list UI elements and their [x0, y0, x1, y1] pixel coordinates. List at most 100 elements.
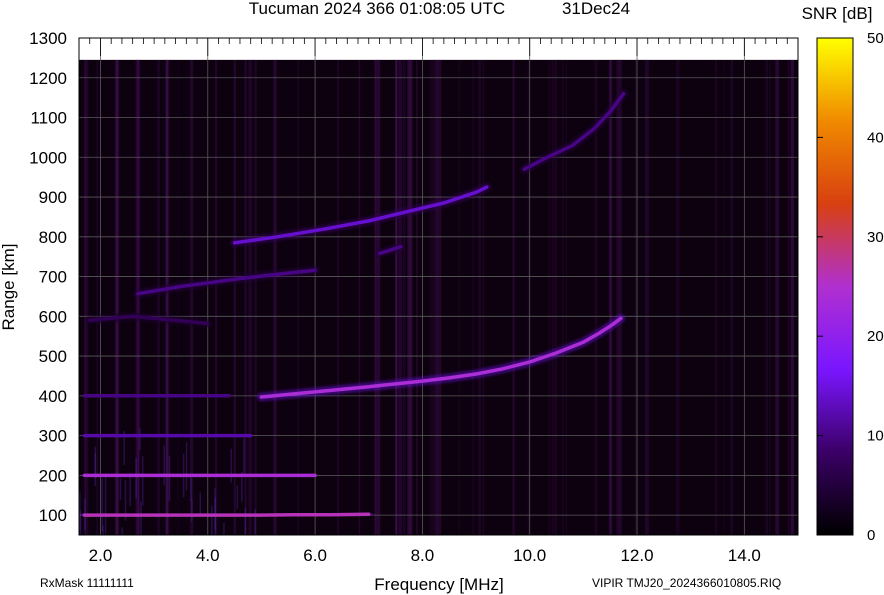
y-tick-label: 1200: [29, 69, 67, 88]
noise-column: [634, 59, 637, 535]
noise-streak: [241, 556, 243, 591]
noise-column: [553, 59, 558, 535]
y-tick-label: 400: [39, 387, 67, 406]
noise-column: [416, 59, 418, 535]
colorbar: [816, 37, 854, 536]
noise-column: [358, 59, 361, 535]
noise-streak: [141, 456, 144, 506]
noise-column: [714, 59, 718, 535]
noise-column: [551, 59, 553, 535]
y-tick-label: 1100: [30, 109, 67, 128]
noise-column: [408, 59, 413, 535]
x-axis-title: Frequency [MHz]: [374, 575, 503, 594]
noise-column: [775, 59, 780, 535]
noise-column: [437, 59, 442, 535]
y-tick-label: 1300: [29, 29, 67, 48]
noise-column: [610, 59, 613, 535]
ionogram-chart: 1002003004005006007008009001000110012001…: [0, 0, 884, 595]
x-tick-label: 2.0: [89, 546, 113, 565]
noise-column: [431, 59, 435, 535]
noise-column: [434, 59, 436, 535]
noise-column: [157, 59, 160, 535]
y-axis-ticks: 100 200 300 400 500 600 700 800 900 1000 1100 1200 1…: [29, 29, 67, 525]
noise-column: [395, 59, 397, 535]
noise-column: [177, 59, 179, 535]
noise-column: [435, 59, 438, 535]
noise-column: [477, 59, 481, 535]
noise-column: [618, 59, 623, 535]
noise-column: [337, 59, 339, 535]
noise-column: [723, 59, 726, 535]
noise-column: [254, 59, 257, 535]
noise-streak: [104, 476, 107, 534]
y-tick-label: 1000: [29, 148, 67, 167]
x-tick-label: 10.0: [513, 546, 546, 565]
noise-column: [765, 59, 768, 535]
noise-streak: [155, 549, 157, 592]
x-tick-label: 8.0: [411, 546, 435, 565]
noise-column: [562, 59, 564, 535]
x-tick-label: 12.0: [620, 546, 653, 565]
y-tick-label: 500: [39, 347, 67, 366]
noise-streak: [236, 485, 239, 509]
noise-column: [548, 59, 550, 535]
chart-title: Tucuman 2024 366 01:08:05 UTC: [249, 0, 505, 18]
y-axis-title: Range [km]: [0, 244, 18, 331]
colorbar-tick-label: 20: [867, 328, 884, 345]
noise-streak: [190, 477, 192, 501]
noise-column: [377, 59, 381, 535]
noise-streak: [243, 438, 245, 475]
noise-column: [273, 59, 277, 535]
colorbar-tick-label: 40: [867, 129, 884, 146]
noise-column: [190, 59, 194, 535]
noise-streak: [223, 522, 225, 535]
y-tick-label: 800: [39, 228, 67, 247]
y-tick-label: 700: [39, 268, 67, 287]
noise-streak: [252, 536, 254, 572]
noise-column: [116, 59, 119, 535]
y-tick-label: 300: [39, 427, 67, 446]
noise-column: [730, 59, 734, 535]
x-tick-label: 14.0: [728, 546, 761, 565]
y-tick-label: 600: [39, 307, 67, 326]
colorbar-tick-label: 50: [867, 30, 884, 47]
y-tick-label: 100: [39, 506, 67, 525]
noise-column: [512, 59, 515, 535]
footer-filename: VIPIR TMJ20_2024366010805.RIQ: [592, 576, 781, 590]
colorbar-tick-label: 10: [867, 428, 884, 445]
colorbar-tick-label: 0: [867, 527, 875, 544]
noise-column: [430, 59, 432, 535]
y-tick-label: 200: [39, 466, 67, 485]
noise-column: [527, 59, 529, 535]
noise-streak: [119, 478, 122, 500]
colorbar-tick-label: 30: [867, 229, 884, 246]
noise-column: [472, 59, 475, 535]
noise-column: [787, 59, 790, 535]
noise-streak: [101, 478, 104, 532]
noise-column: [249, 59, 253, 535]
y-tick-label: 900: [39, 188, 67, 207]
noise-column: [233, 59, 236, 535]
noise-column: [403, 59, 406, 535]
noise-column: [768, 59, 772, 535]
noise-streak: [142, 561, 144, 595]
noise-streak: [185, 442, 188, 491]
noise-column: [297, 59, 299, 535]
noise-column: [676, 59, 680, 535]
x-tick-label: 4.0: [196, 546, 220, 565]
noise-column: [214, 59, 218, 535]
noise-column: [398, 59, 402, 535]
noise-column: [645, 59, 649, 535]
noise-column: [481, 59, 485, 535]
x-tick-label: 6.0: [303, 546, 327, 565]
footer-rxmask: RxMask 11111111: [40, 576, 134, 590]
echo-trace: [82, 512, 371, 517]
noise-column: [791, 59, 795, 535]
chart-title-date: 31Dec24: [562, 0, 630, 18]
noise-column: [85, 59, 89, 535]
noise-streak: [140, 501, 142, 535]
noise-column: [565, 59, 568, 535]
noise-column: [96, 59, 99, 535]
noise-column: [458, 59, 461, 535]
noise-column: [165, 59, 170, 535]
